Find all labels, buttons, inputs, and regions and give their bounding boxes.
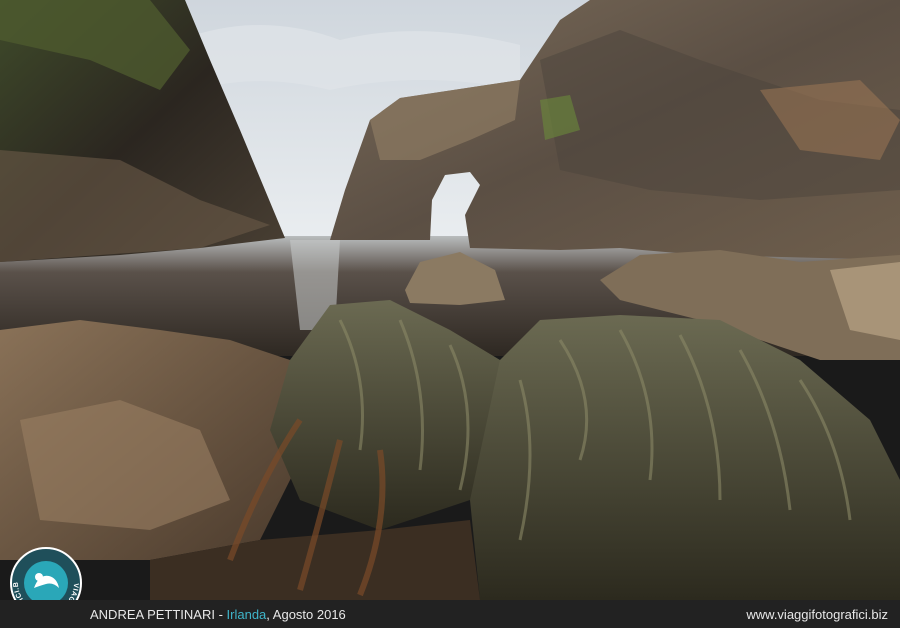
credit-separator: - xyxy=(214,606,227,622)
sea-arch-scene xyxy=(0,0,900,600)
location-label: Irlanda xyxy=(226,606,267,622)
photo-credit-bar: ANDREA PETTINARI - Irlanda, Agosto 2016 … xyxy=(0,600,900,628)
credit-line: ANDREA PETTINARI - Irlanda, Agosto 2016 xyxy=(90,607,346,622)
landscape-photo xyxy=(0,0,900,600)
date-label: , Agosto 2016 xyxy=(266,606,346,622)
author-name: ANDREA PETTINARI xyxy=(90,606,215,622)
website-link[interactable]: www.viaggifotografici.biz xyxy=(746,607,888,622)
